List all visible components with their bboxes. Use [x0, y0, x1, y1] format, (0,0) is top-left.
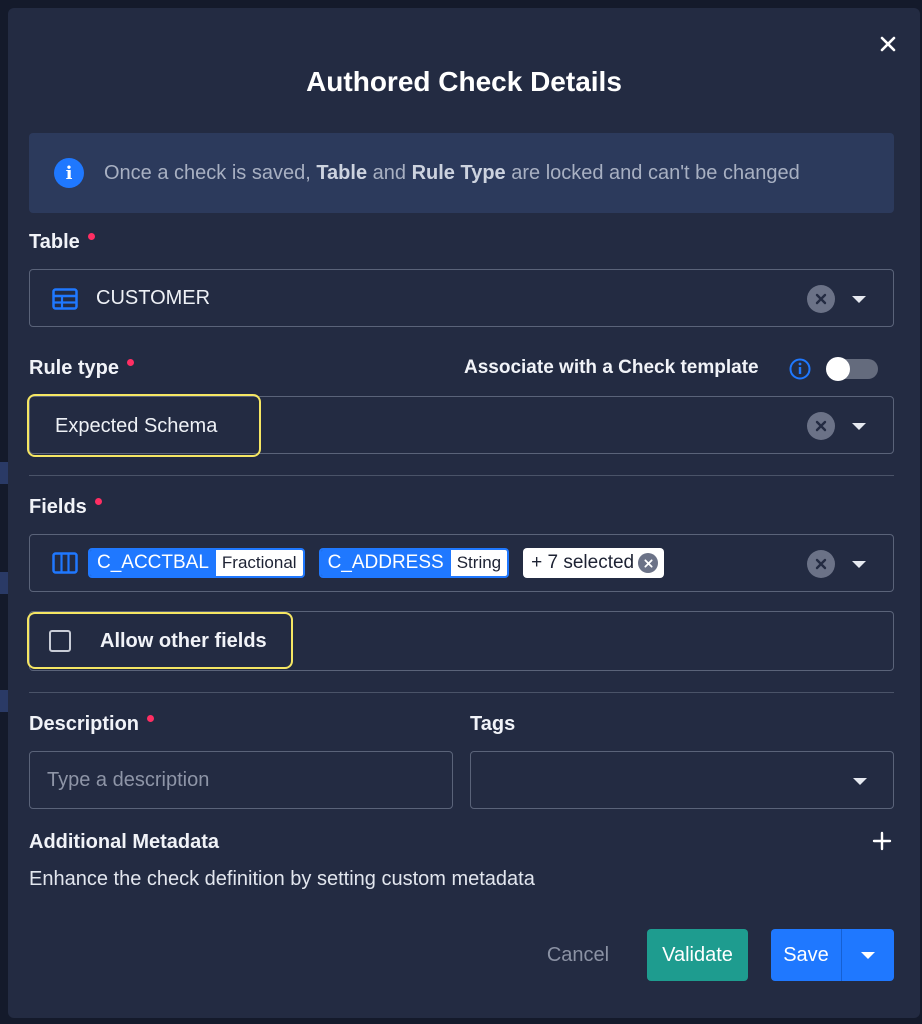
divider — [29, 692, 894, 693]
divider — [29, 475, 894, 476]
clear-icon — [815, 420, 827, 432]
description-placeholder: Type a description — [47, 769, 210, 791]
backdrop-strip — [0, 572, 8, 594]
template-info-icon[interactable] — [788, 357, 812, 381]
description-input[interactable]: Type a description — [29, 751, 453, 809]
field-chip[interactable]: C_ADDRESS String — [318, 548, 510, 578]
rule-type-label: Rule type — [29, 357, 135, 380]
close-icon — [880, 36, 896, 52]
allow-other-fields-checkbox[interactable] — [49, 630, 71, 652]
table-select[interactable]: CUSTOMER — [29, 269, 894, 327]
tags-select[interactable] — [470, 751, 894, 809]
save-button[interactable]: Save — [771, 929, 841, 981]
chip-field-type: Fractional — [215, 550, 303, 576]
description-label: Description — [29, 713, 155, 736]
remove-chip-button[interactable] — [638, 553, 659, 573]
metadata-title: Additional Metadata — [29, 831, 220, 853]
field-chip[interactable]: C_ACCTBAL Fractional — [88, 548, 305, 578]
columns-icon — [52, 552, 78, 574]
clear-icon — [815, 558, 827, 570]
table-label: Table — [29, 231, 95, 254]
required-indicator — [127, 359, 135, 366]
table-icon — [52, 288, 78, 310]
check-details-dialog: Authored Check Details i Once a check is… — [8, 8, 920, 1018]
chip-field-name: C_ACCTBAL — [90, 550, 216, 576]
validate-button[interactable]: Validate — [647, 929, 748, 981]
dialog-title: Authored Check Details — [306, 66, 622, 97]
clear-icon — [644, 558, 653, 568]
toggle-knob — [826, 357, 850, 381]
info-text: Once a check is saved, Table and Rule Ty… — [104, 161, 800, 184]
required-indicator — [147, 715, 155, 722]
fields-clear-button[interactable] — [807, 550, 835, 578]
save-options-button[interactable] — [842, 929, 894, 981]
fields-select[interactable]: C_ACCTBAL Fractional C_ADDRESS String + … — [29, 534, 894, 592]
tags-label: Tags — [470, 713, 516, 735]
rule-type-clear-button[interactable] — [807, 412, 835, 440]
required-indicator — [94, 498, 102, 505]
chevron-down-icon[interactable] — [852, 296, 866, 303]
add-metadata-icon[interactable] — [872, 831, 892, 851]
more-selected-label: + 7 selected — [531, 552, 635, 573]
info-icon: i — [54, 158, 84, 188]
backdrop-strip — [0, 690, 8, 712]
clear-icon — [815, 293, 827, 305]
chevron-down-icon[interactable] — [853, 778, 867, 785]
chevron-down-icon[interactable] — [852, 561, 866, 568]
fields-label: Fields — [29, 496, 102, 519]
table-clear-button[interactable] — [807, 285, 835, 313]
rule-type-value: Expected Schema — [55, 415, 218, 437]
chevron-down-icon[interactable] — [852, 423, 866, 430]
chip-field-type: String — [450, 550, 508, 576]
save-button-group: Save — [771, 929, 894, 981]
field-chips: C_ACCTBAL Fractional C_ADDRESS String + … — [88, 548, 665, 578]
info-banner: i Once a check is saved, Table and Rule … — [29, 133, 894, 213]
chevron-down-icon — [861, 951, 875, 959]
allow-other-fields-label[interactable]: Allow other fields — [100, 630, 267, 653]
required-indicator — [87, 233, 95, 240]
metadata-subtitle: Enhance the check definition by setting … — [29, 868, 535, 890]
more-selected-chip[interactable]: + 7 selected — [523, 548, 665, 578]
chip-field-name: C_ADDRESS — [320, 550, 451, 576]
backdrop-strip — [0, 462, 8, 484]
template-label: Associate with a Check template — [464, 357, 759, 378]
close-button[interactable] — [874, 30, 902, 58]
cancel-button[interactable]: Cancel — [528, 929, 628, 981]
table-value: CUSTOMER — [96, 287, 211, 309]
template-toggle[interactable] — [826, 357, 878, 381]
